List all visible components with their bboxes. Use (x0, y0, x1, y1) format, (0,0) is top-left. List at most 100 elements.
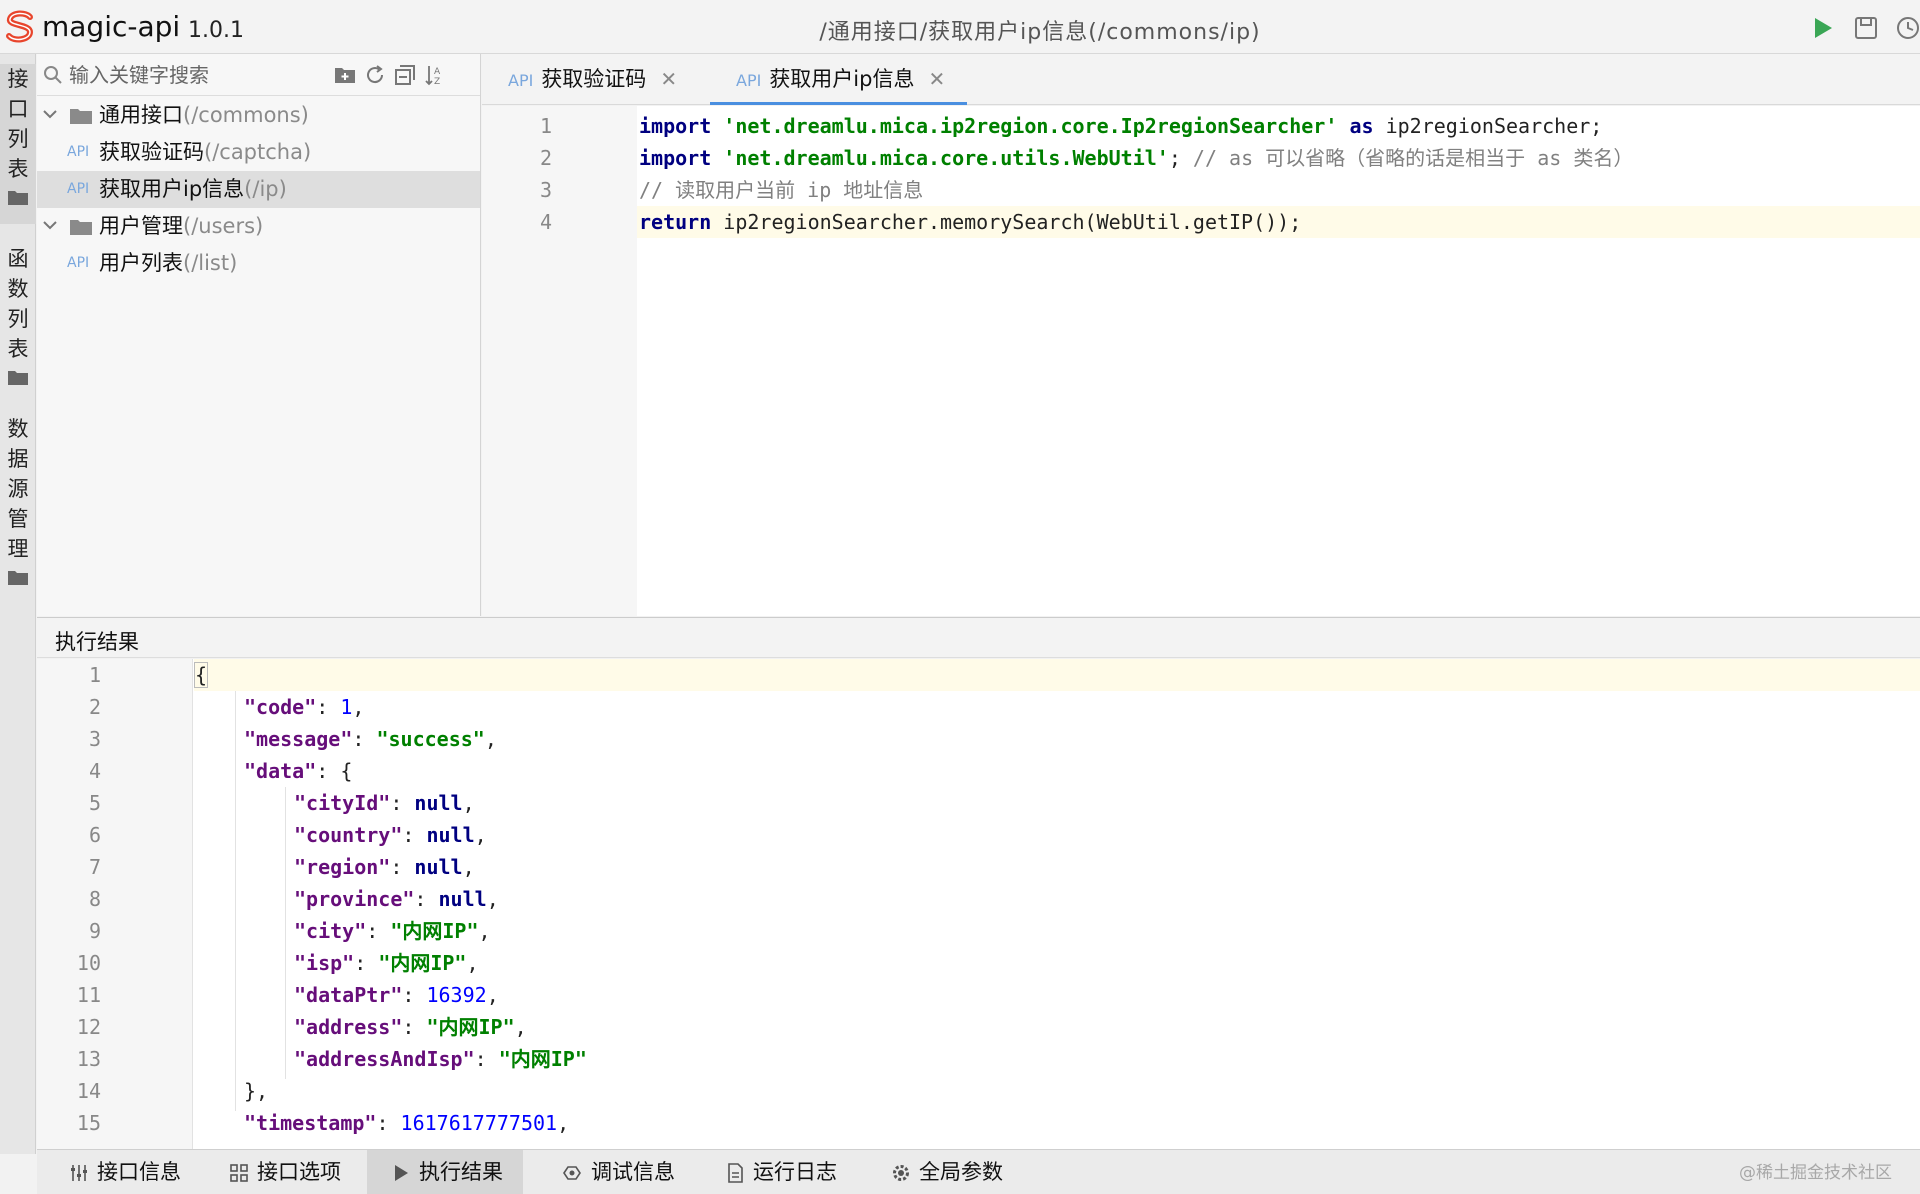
bottom-tab-label: 调试信息 (591, 1160, 675, 1184)
code-editor[interactable]: 1 2 3 4 import 'net.dreamlu.mica.ip2regi… (482, 106, 1920, 616)
current-api-path: /通用接口/获取用户ip信息(/commons/ip) (819, 20, 1261, 45)
line-number: 14 (76, 1079, 101, 1103)
editor-tabs: API 获取验证码 ✕ API 获取用户ip信息 ✕ (482, 54, 1920, 105)
tree-path: (/list) (183, 251, 238, 275)
rail-datasource[interactable]: 数 据 源 管 理 (0, 414, 36, 586)
line-number: 10 (76, 951, 101, 975)
json-line: "isp": "内网IP", (294, 951, 479, 975)
tree-label: 获取验证码 (99, 140, 204, 164)
rail-char: 列 (7, 127, 29, 151)
chevron-down-icon[interactable] (43, 220, 57, 230)
search-icon (44, 66, 62, 84)
editor-gutter: 1 2 3 4 (482, 106, 637, 616)
search-input[interactable] (69, 60, 359, 90)
bottom-tab-api-options[interactable]: 接口选项 (221, 1150, 349, 1194)
chevron-down-icon[interactable] (43, 109, 57, 119)
tab-captcha[interactable]: API 获取验证码 ✕ (508, 54, 677, 105)
line-number: 11 (76, 983, 101, 1007)
svg-text:Z: Z (434, 77, 440, 87)
json-line: "region": null, (294, 855, 475, 879)
line-number: 7 (88, 855, 101, 879)
run-icon[interactable] (1808, 14, 1836, 42)
api-badge: API (67, 181, 90, 197)
rail-api-list[interactable]: 接 口 列 表 (0, 64, 36, 224)
line-number: 15 (76, 1111, 101, 1135)
collapse-icon[interactable] (393, 63, 417, 87)
history-icon[interactable] (1894, 14, 1920, 42)
rail-char: 函 (7, 247, 29, 271)
line-number: 3 (88, 727, 101, 751)
json-line: "addressAndIsp": "内网IP" (294, 1047, 587, 1071)
new-folder-icon[interactable] (333, 63, 357, 87)
line-number: 1 (88, 663, 101, 687)
json-line: "cityId": null, (294, 791, 475, 815)
watermark: @稀土掘金技术社区 (1739, 1163, 1892, 1183)
svg-text:A: A (434, 67, 441, 77)
api-badge: API (67, 255, 90, 271)
tree-group-commons[interactable]: 通用接口(/commons) (37, 97, 480, 134)
code-line: import 'net.dreamlu.mica.core.utils.WebU… (639, 146, 1634, 170)
bottom-tab-api-info[interactable]: 接口信息 (61, 1150, 189, 1194)
bottom-tab-log[interactable]: 运行日志 (717, 1150, 845, 1194)
rail-char: 据 (7, 447, 29, 471)
code-line: import 'net.dreamlu.mica.ip2region.core.… (639, 114, 1603, 138)
tab-ip[interactable]: API 获取用户ip信息 ✕ (710, 54, 968, 105)
bottom-tab-result[interactable]: 执行结果 (367, 1150, 523, 1194)
line-number: 12 (76, 1015, 101, 1039)
bottom-tab-label: 接口选项 (257, 1160, 341, 1184)
folder-icon (8, 371, 28, 385)
json-line: "code": 1, (244, 695, 365, 719)
rail-function-list[interactable]: 函 数 列 表 (0, 244, 36, 386)
tab-label: 获取验证码 (541, 67, 647, 91)
api-sidebar: AZ 通用接口(/commons) API 获取验证码(/captcha) AP… (37, 54, 481, 616)
play-icon (395, 1165, 408, 1181)
api-tree: 通用接口(/commons) API 获取验证码(/captcha) API 获… (37, 96, 480, 282)
title-bar: magic-api 1.0.1 /通用接口/获取用户ip信息(/commons/… (0, 0, 1920, 54)
api-badge: API (508, 71, 534, 90)
folder-icon (8, 571, 28, 585)
bottom-tab-label: 运行日志 (753, 1160, 837, 1184)
result-viewer[interactable]: 1 2 3 4 5 6 7 8 9 10 11 12 13 14 15 { "c… (37, 659, 1920, 1149)
rail-char: 管 (7, 507, 29, 531)
close-icon[interactable]: ✕ (660, 67, 677, 91)
settings-icon (71, 1165, 87, 1181)
rail-char: 源 (7, 477, 29, 501)
tree-group-users[interactable]: 用户管理(/users) (37, 208, 480, 245)
line-number: 13 (76, 1047, 101, 1071)
search-row: AZ (37, 54, 480, 96)
line-number: 1 (539, 114, 552, 138)
json-line: "city": "内网IP", (294, 919, 491, 943)
code-line-current: return ip2regionSearcher.memorySearch(We… (637, 206, 1920, 238)
bottom-tab-debug[interactable]: 调试信息 (553, 1150, 683, 1194)
line-number: 2 (539, 146, 552, 170)
folder-icon (8, 191, 28, 205)
line-number: 6 (88, 823, 101, 847)
tree-item-user-list[interactable]: API 用户列表(/list) (37, 245, 480, 282)
debug-icon (563, 1166, 581, 1180)
rail-char: 表 (7, 157, 29, 181)
indent-guide (235, 691, 236, 1111)
result-header: 执行结果 (37, 617, 1920, 658)
line-number: 4 (539, 210, 552, 234)
tree-item-ip[interactable]: API 获取用户ip信息(/ip) (37, 171, 480, 208)
rail-char: 列 (7, 307, 29, 331)
tree-label: 获取用户ip信息 (99, 177, 245, 201)
rail-char: 接 (7, 67, 29, 91)
json-line: "address": "内网IP", (294, 1015, 527, 1039)
json-line: { (194, 659, 1920, 691)
log-icon (728, 1163, 743, 1183)
tree-item-captcha[interactable]: API 获取验证码(/captcha) (37, 134, 480, 171)
sort-icon[interactable]: AZ (423, 63, 447, 87)
rail-char: 数 (7, 277, 29, 301)
save-icon[interactable] (1852, 14, 1880, 42)
tree-path: (/ip) (244, 177, 287, 201)
bottom-tab-label: 全局参数 (919, 1160, 1003, 1184)
json-line: "country": null, (294, 823, 487, 847)
bottom-tab-global-params[interactable]: 全局参数 (883, 1150, 1011, 1194)
line-number: 3 (539, 178, 552, 202)
refresh-icon[interactable] (363, 63, 387, 87)
indent-guide (285, 787, 286, 1079)
close-icon[interactable]: ✕ (928, 67, 945, 91)
rail-char: 数 (7, 417, 29, 441)
folder-icon (70, 109, 92, 124)
